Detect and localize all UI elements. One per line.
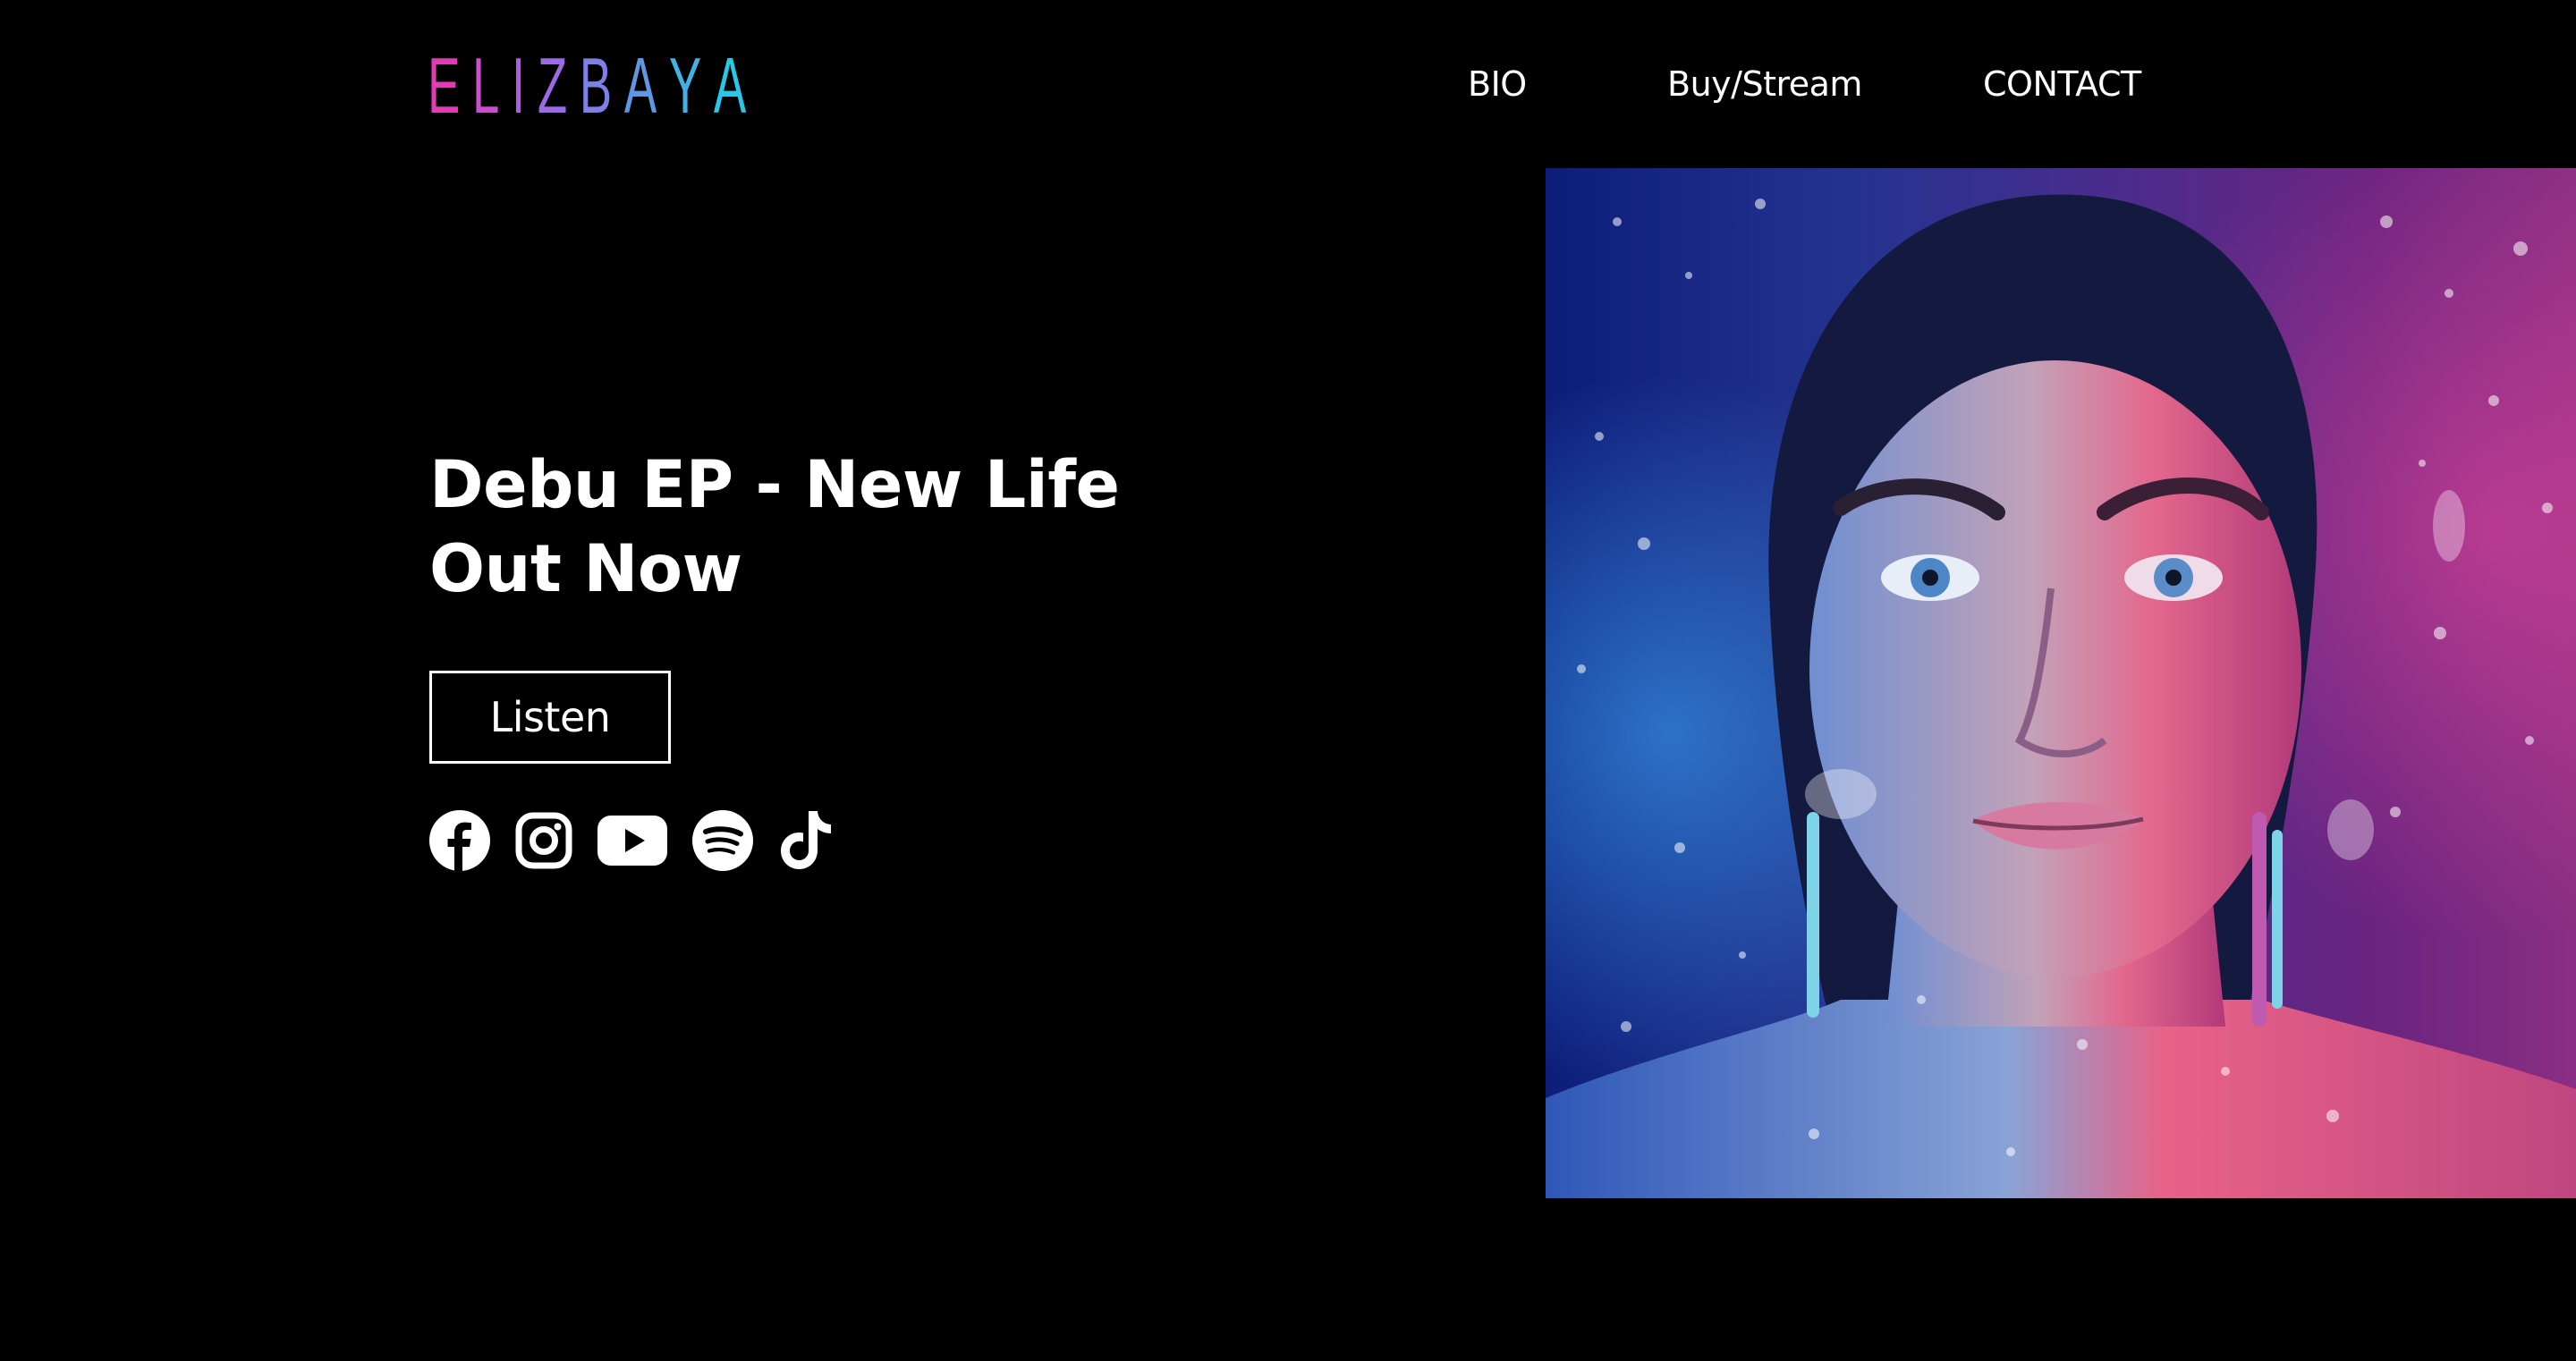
nav-link-contact[interactable]: CONTACT [1983, 59, 2141, 109]
instagram-icon[interactable] [515, 812, 572, 869]
hero-portrait-image [1546, 168, 2576, 1198]
logo-letter: A [623, 41, 669, 130]
brand-logo[interactable]: ELIZBAYA [428, 43, 758, 129]
spotify-icon[interactable] [692, 810, 753, 871]
logo-letter: I [512, 41, 538, 130]
headline-line-1: Debu EP - New Life [429, 447, 1120, 523]
youtube-icon[interactable] [597, 816, 667, 866]
logo-letter: L [472, 41, 513, 130]
nav-link-buy-stream[interactable]: Buy/Stream [1667, 59, 1862, 109]
social-links [429, 808, 860, 873]
listen-button[interactable]: Listen [429, 671, 671, 764]
logo-letter: A [713, 41, 758, 130]
headline-line-2: Out Now [429, 531, 742, 607]
tiktok-icon[interactable] [778, 809, 835, 872]
facebook-icon[interactable] [429, 810, 490, 871]
hero-headline: Debu EP - New Life Out Now [429, 444, 1120, 612]
logo-letter: B [579, 41, 624, 130]
logo-letter: Z [537, 41, 580, 130]
logo-letter: E [428, 41, 473, 130]
nav-link-bio[interactable]: BIO [1468, 59, 1527, 109]
logo-letter: Y [668, 41, 714, 130]
